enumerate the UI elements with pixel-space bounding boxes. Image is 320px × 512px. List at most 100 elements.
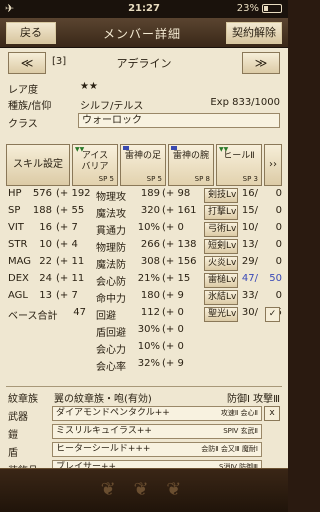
release-contract-button[interactable]: 契約解除 xyxy=(226,22,282,44)
skill-slot-3[interactable]: 雷神の腕 SP 8 xyxy=(168,144,214,186)
weapon-level: 30/ xyxy=(241,307,258,318)
skill-slot-2[interactable]: 雷神の足 SP 5 xyxy=(120,144,166,186)
rarity-stars: ★★ xyxy=(80,81,98,92)
stat-bonus: (+ 7 xyxy=(56,222,78,233)
weapon-level: 47/ xyxy=(241,273,258,284)
stat-value: 10% xyxy=(137,341,160,352)
skill-sp: SP 3 xyxy=(242,175,258,183)
weapon-skill-button[interactable]: 火炎Lv xyxy=(204,256,238,271)
weapon-skill-button[interactable]: 打撃Lv xyxy=(204,205,238,220)
stat-label: SP xyxy=(8,205,21,216)
footer-bar: ❦ ❦ ❦ xyxy=(0,468,288,512)
skill-settings-button[interactable]: スキル設定 xyxy=(6,144,70,186)
class-label: クラス xyxy=(8,119,38,130)
footer-ornament: ❦ ❦ ❦ xyxy=(100,479,188,500)
stat-label: ベース合計 xyxy=(8,311,58,322)
stat-value: 13 xyxy=(39,290,52,301)
battery-icon xyxy=(262,4,282,13)
stat-label: 会心防 xyxy=(96,277,126,288)
weapon-level: 15/ xyxy=(241,205,258,216)
divider xyxy=(6,386,282,387)
stat-label: 会心率 xyxy=(96,362,126,373)
skill-type-marker xyxy=(123,146,129,150)
unequip-button[interactable]: x xyxy=(264,406,280,421)
skill-slot-4[interactable]: ▼▼ ヒールⅡ SP 3 xyxy=(216,144,262,186)
skill-name: ヒールⅡ xyxy=(223,151,255,161)
skill-type-marker xyxy=(171,146,177,150)
skill-slot-1[interactable]: ▼▼ アイス バリア SP 5 xyxy=(72,144,118,186)
stat-bonus: (+ 7 xyxy=(56,290,78,301)
stat-bonus: (+ 4 xyxy=(56,239,78,250)
back-button[interactable]: 戻る xyxy=(6,22,56,44)
next-member-button[interactable]: ≫ xyxy=(242,52,280,74)
weapon-skill-button[interactable]: 雷槌Lv xyxy=(204,273,238,288)
stat-value: 16 xyxy=(39,222,52,233)
crest-label: 紋章族 xyxy=(8,394,38,405)
weapon-level: 13/ xyxy=(241,239,258,250)
class-value: ウォーロック xyxy=(78,113,280,128)
equip-item-field[interactable]: ミスリルキュイラス++ SPⅣ 玄武Ⅱ xyxy=(52,424,262,439)
battery-percent: 23% xyxy=(236,3,259,14)
stat-label: 盾回避 xyxy=(96,328,126,339)
stat-bonus: (+ 0 xyxy=(162,307,184,318)
stat-value: 30% xyxy=(137,324,160,335)
rarity-row: レア度 ★★ xyxy=(0,80,288,96)
stat-label: VIT xyxy=(8,222,24,233)
stat-bonus: (+ 161 xyxy=(162,205,197,216)
stat-value: 21% xyxy=(137,273,160,284)
weapon-level: 33/ xyxy=(241,290,258,301)
exp-value: Exp 833/1000 xyxy=(210,97,280,108)
weapon-level-max: 0 xyxy=(275,188,282,199)
page-title: メンバー詳細 xyxy=(102,27,181,41)
stat-label: DEX xyxy=(8,273,29,284)
equip-item-field[interactable]: ダイアモンドペンタクル++ 攻速Ⅱ 会心Ⅱ xyxy=(52,406,262,421)
skill-sp: SP 5 xyxy=(98,175,114,183)
weapon-skill-button[interactable]: 聖光Lv xyxy=(204,307,238,322)
stat-bonus: (+ 138 xyxy=(162,239,197,250)
header-bar: 戻る メンバー詳細 契約解除 xyxy=(0,18,288,48)
weapon-skill-button[interactable]: 弓術Lv xyxy=(204,222,238,237)
stat-bonus: (+ 9 xyxy=(162,290,184,301)
member-detail-panel: ≪ [3] アデライン ≫ レア度 ★★ 種族/信仰 シルフ/テルス Exp 8… xyxy=(0,48,288,495)
skill-name: 雷神の足 xyxy=(124,151,161,161)
stat-label: STR xyxy=(8,239,28,250)
stat-value: 180 xyxy=(140,290,160,301)
weapon-level: 29/ xyxy=(241,256,258,267)
weapon-level-max: 0 xyxy=(275,239,282,250)
equip-item-name: ミスリルキュイラス++ xyxy=(56,426,152,436)
stat-bonus: (+ 0 xyxy=(162,222,184,233)
stat-value: 189 xyxy=(140,188,160,199)
stat-label: 会心力 xyxy=(96,345,126,356)
stat-label: 魔法防 xyxy=(96,260,126,271)
stat-bonus: (+ 9 xyxy=(162,358,184,369)
stat-label: 命中力 xyxy=(96,294,126,305)
stat-value: 576 xyxy=(32,188,52,199)
weapon-level-max: 0 xyxy=(275,222,282,233)
weapon-level: 16/ xyxy=(241,188,258,199)
weapon-skill-button[interactable]: 剣技Lv xyxy=(204,188,238,203)
weapon-level: 10/ xyxy=(241,222,258,233)
more-skills-button[interactable]: ›› xyxy=(264,144,282,186)
stat-bonus: (+ 55 xyxy=(56,205,85,216)
weapon-skill-button[interactable]: 氷結Lv xyxy=(204,290,238,305)
race-value: シルフ/テルス xyxy=(80,101,144,112)
stat-bonus: (+ 0 xyxy=(162,324,184,335)
stat-value: 32% xyxy=(137,358,160,369)
equip-item-field[interactable]: ヒーターシールド+++ 会防Ⅱ 会又Ⅲ 魔耐Ⅰ xyxy=(52,442,262,457)
equip-slot-label: 武器 xyxy=(8,412,28,423)
equip-item-name: ヒーターシールド+++ xyxy=(56,444,151,454)
member-nav-row: ≪ [3] アデライン ≫ xyxy=(0,52,288,74)
stat-bonus: (+ 156 xyxy=(162,256,197,267)
crest-effects: 防御Ⅰ 攻撃Ⅲ xyxy=(226,394,280,405)
equip-item-bonus: 会防Ⅱ 会又Ⅲ 魔耐Ⅰ xyxy=(201,445,258,453)
weapon-skill-button[interactable]: 短剣Lv xyxy=(204,239,238,254)
equip-item-name: ダイアモンドペンタクル++ xyxy=(56,408,170,418)
stat-label: 貫通力 xyxy=(96,226,126,237)
auto-check-checkbox[interactable]: ✓ xyxy=(265,307,280,322)
weapon-level-max: 0 xyxy=(275,290,282,301)
stat-bonus: (+ 0 xyxy=(162,341,184,352)
equip-item-bonus: SPⅣ 玄武Ⅱ xyxy=(223,427,258,435)
skill-name: アイス バリア xyxy=(81,151,109,172)
stat-value: 188 xyxy=(32,205,52,216)
race-row: 種族/信仰 シルフ/テルス Exp 833/1000 xyxy=(0,96,288,112)
